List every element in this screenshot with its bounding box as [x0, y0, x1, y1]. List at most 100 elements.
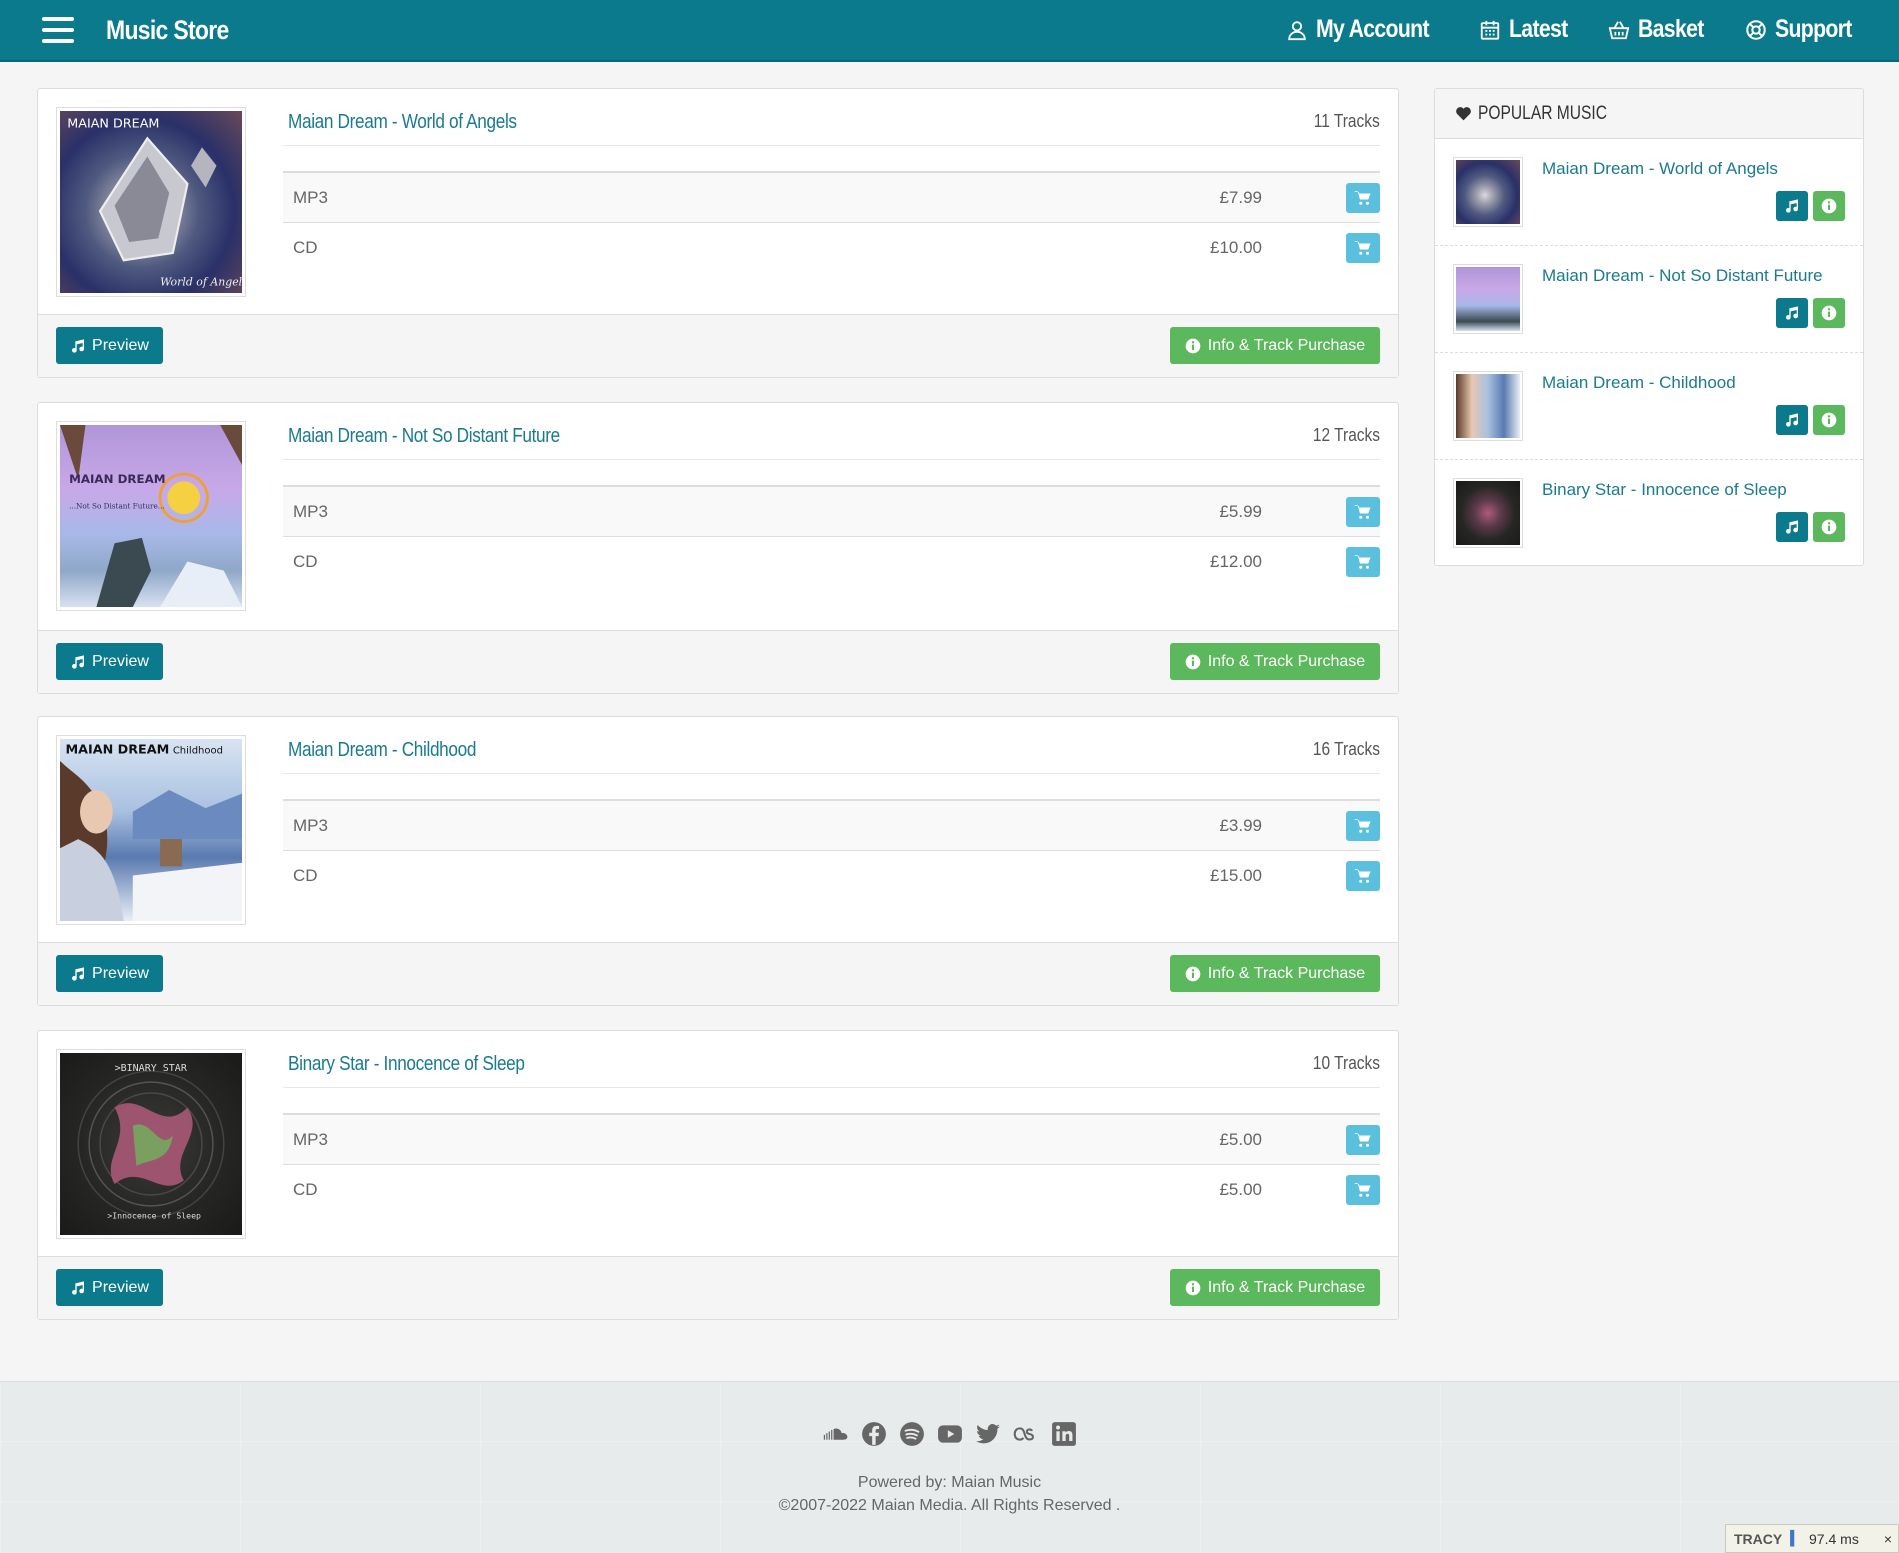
preview-button[interactable]: Preview	[56, 1269, 163, 1306]
album-card: MAIAN DREAM World of Angels Maian Dream …	[37, 88, 1399, 378]
copyright: ©2007-2022 Maian Media. All Rights Reser…	[778, 1497, 1121, 1514]
close-icon[interactable]: ×	[1884, 1531, 1892, 1547]
format-row: MP3 £3.99	[283, 801, 1380, 851]
add-to-basket-button[interactable]	[1346, 496, 1380, 527]
album-cover[interactable]: >BINARY STAR >Innocence of Sleep	[56, 1049, 246, 1239]
cart-icon	[1354, 1132, 1371, 1147]
spotify-icon[interactable]	[898, 1420, 925, 1447]
popular-item-title[interactable]: Maian Dream - Childhood	[1542, 373, 1736, 393]
popular-item: Maian Dream - Childhood	[1435, 353, 1863, 460]
preview-button[interactable]: Preview	[56, 327, 163, 364]
track-count: 11 Tracks	[1314, 111, 1380, 131]
format-table: MP3 £7.99 CD £10.00	[283, 171, 1380, 273]
popular-item-title[interactable]: Maian Dream - World of Angels	[1542, 159, 1778, 179]
album-cover[interactable]: MAIAN DREAM ...Not So Distant Future...	[56, 421, 246, 611]
preview-button[interactable]	[1776, 298, 1808, 328]
popular-item: Maian Dream - Not So Distant Future	[1435, 246, 1863, 353]
tracy-debug-bar[interactable]: TRACY ▍ 97.4 ms ×	[1725, 1524, 1899, 1553]
cart-icon	[1354, 504, 1371, 519]
track-count: 12 Tracks	[1312, 425, 1380, 445]
format-price: £5.00	[1219, 1180, 1262, 1199]
add-to-basket-button[interactable]	[1346, 182, 1380, 213]
popular-item-title[interactable]: Binary Star - Innocence of Sleep	[1542, 480, 1787, 500]
popular-thumb[interactable]	[1453, 478, 1523, 548]
cover-text: Childhood	[173, 746, 223, 757]
divider	[283, 145, 1380, 146]
album-title[interactable]: Binary Star - Innocence of Sleep	[288, 1053, 525, 1076]
cart-icon	[1354, 190, 1371, 205]
album-cover[interactable]: MAIAN DREAM Childhood	[56, 735, 246, 925]
album-title[interactable]: Maian Dream - Childhood	[288, 739, 476, 762]
album-title[interactable]: Maian Dream - Not So Distant Future	[288, 425, 560, 448]
format-table: MP3 £5.00 CD £5.00	[283, 1113, 1380, 1215]
add-to-basket-button[interactable]	[1346, 1124, 1380, 1155]
preview-button[interactable]	[1776, 512, 1808, 542]
youtube-icon[interactable]	[936, 1420, 963, 1447]
add-to-basket-button[interactable]	[1346, 1175, 1380, 1205]
nav-basket[interactable]: Basket	[1608, 15, 1715, 44]
music-note-icon	[1786, 413, 1798, 427]
popular-item-actions	[1776, 405, 1845, 435]
cart-icon	[1354, 818, 1371, 833]
format-price: £5.99	[1219, 501, 1262, 521]
popular-item-actions	[1776, 298, 1845, 328]
popular-music-header: POPULAR MUSIC	[1435, 89, 1863, 139]
user-icon	[1288, 20, 1306, 40]
tracy-label: TRACY	[1734, 1530, 1783, 1547]
album-cover[interactable]: MAIAN DREAM World of Angels	[56, 107, 246, 297]
info-label: Info & Track Purchase	[1207, 964, 1366, 982]
info-label: Info & Track Purchase	[1207, 652, 1366, 670]
format-name: MP3	[293, 501, 328, 521]
powered-by[interactable]: Powered by: Maian Music	[0, 1474, 1899, 1492]
soundcloud-icon[interactable]	[822, 1420, 849, 1447]
format-name: CD	[293, 238, 318, 257]
popular-thumb[interactable]	[1453, 371, 1523, 441]
nav-label: Basket	[1637, 15, 1704, 43]
info-icon	[1821, 412, 1837, 428]
nav-my-account[interactable]: My Account	[1286, 15, 1449, 44]
info-track-purchase-button[interactable]: Info & Track Purchase	[1170, 1269, 1380, 1306]
add-to-basket-button[interactable]	[1346, 810, 1380, 841]
preview-button[interactable]: Preview	[56, 643, 163, 680]
info-icon	[1185, 654, 1201, 669]
lastfm-icon[interactable]	[1012, 1420, 1039, 1447]
preview-button[interactable]	[1776, 405, 1808, 435]
format-price: £10.00	[1210, 238, 1262, 257]
linkedin-icon[interactable]	[1050, 1420, 1077, 1447]
menu-toggle-icon[interactable]	[42, 17, 74, 43]
nav-support[interactable]: Support	[1745, 15, 1865, 44]
popular-thumb[interactable]	[1453, 157, 1523, 227]
add-to-basket-button[interactable]	[1346, 861, 1380, 891]
add-to-basket-button[interactable]	[1346, 233, 1380, 263]
format-price: £3.99	[1219, 815, 1262, 835]
nav-latest[interactable]: Latest	[1479, 15, 1578, 44]
preview-label: Preview	[92, 964, 149, 982]
info-button[interactable]	[1813, 512, 1845, 542]
album-card: >BINARY STAR >Innocence of Sleep Binary …	[37, 1030, 1399, 1320]
info-button[interactable]	[1813, 405, 1845, 435]
preview-button[interactable]	[1776, 191, 1808, 221]
facebook-icon[interactable]	[860, 1420, 887, 1447]
popular-item-actions	[1776, 191, 1845, 221]
music-note-icon	[1786, 199, 1798, 213]
cover-text: World of Angels	[160, 276, 242, 289]
brand-title[interactable]: Music Store	[106, 15, 229, 46]
twitter-icon[interactable]	[974, 1420, 1001, 1447]
info-track-purchase-button[interactable]: Info & Track Purchase	[1170, 327, 1380, 364]
track-count: 16 Tracks	[1312, 739, 1380, 759]
music-note-icon	[72, 1280, 85, 1295]
divider	[283, 459, 1380, 460]
info-track-purchase-button[interactable]: Info & Track Purchase	[1170, 955, 1380, 992]
cover-text: ...Not So Distant Future...	[69, 502, 165, 511]
popular-thumb[interactable]	[1453, 264, 1523, 334]
preview-button[interactable]: Preview	[56, 955, 163, 992]
album-title[interactable]: Maian Dream - World of Angels	[288, 111, 517, 134]
top-navbar: Music Store My Account Latest Basket Sup…	[0, 0, 1899, 62]
format-row: MP3 £5.99	[283, 487, 1380, 537]
info-button[interactable]	[1813, 298, 1845, 328]
add-to-basket-button[interactable]	[1346, 547, 1380, 577]
popular-item-title[interactable]: Maian Dream - Not So Distant Future	[1542, 266, 1823, 286]
popular-music-title: POPULAR MUSIC	[1478, 102, 1607, 124]
info-track-purchase-button[interactable]: Info & Track Purchase	[1170, 643, 1380, 680]
info-button[interactable]	[1813, 191, 1845, 221]
